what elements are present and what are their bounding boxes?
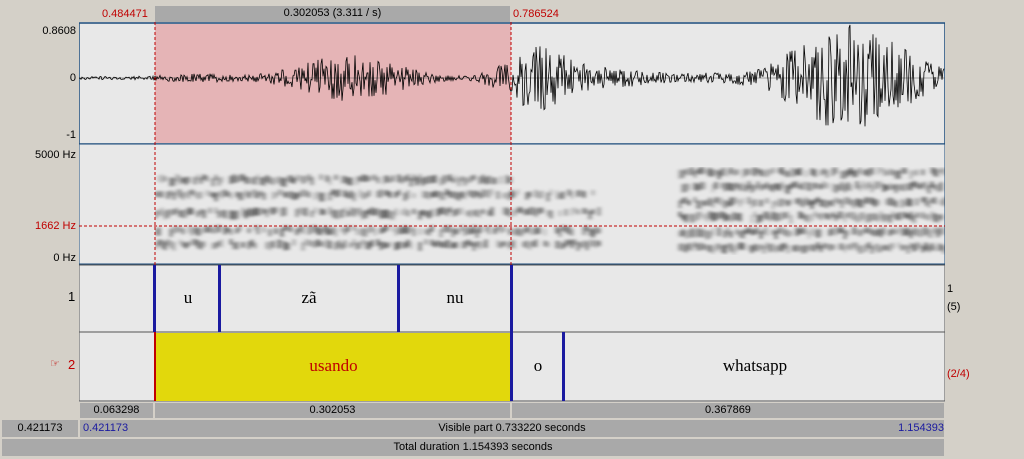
- tier2-right-label: (2/4): [947, 368, 970, 380]
- visible-part-bar[interactable]: 0.421173 Visible part 0.733220 seconds 1…: [80, 420, 944, 437]
- tier2-number[interactable]: 2: [68, 357, 75, 372]
- editor-canvas[interactable]: u zã nu usando o whatsapp: [79, 22, 945, 402]
- tier1-interval-u[interactable]: u: [157, 288, 219, 308]
- spectrogram-y-max: 5000 Hz: [35, 149, 76, 161]
- tier1-number[interactable]: 1: [68, 289, 75, 304]
- total-duration-bar[interactable]: Total duration 1.154393 seconds: [2, 439, 944, 456]
- tier1-right-total: (5): [947, 301, 961, 313]
- spectrogram-y-min: 0 Hz: [53, 252, 76, 264]
- tier2-pointer-icon: ☞: [50, 358, 60, 370]
- selection-end-time: 0.786524: [513, 8, 559, 20]
- visible-end: 1.154393: [898, 422, 944, 434]
- visible-outer-start[interactable]: 0.421173: [2, 420, 78, 437]
- spectrogram-cursor-freq: 1662 Hz: [35, 220, 76, 232]
- tier2-interval-o[interactable]: o: [513, 356, 563, 376]
- duration-left[interactable]: 0.063298: [80, 403, 153, 418]
- selection-start-time: 0.484471: [102, 8, 148, 20]
- tier2-interval-whatsapp[interactable]: whatsapp: [565, 356, 945, 376]
- visible-part-label: Visible part 0.733220 seconds: [438, 422, 586, 434]
- waveform-y-zero: 0: [69, 72, 76, 84]
- tier1-interval-za[interactable]: zã: [221, 288, 397, 308]
- tier1-interval-nu[interactable]: nu: [400, 288, 510, 308]
- waveform-y-max: 0.8608: [42, 25, 76, 37]
- selection-duration-bar[interactable]: 0.302053 (3.311 / s): [155, 6, 510, 22]
- duration-middle[interactable]: 0.302053: [155, 403, 510, 418]
- visible-start: 0.421173: [83, 422, 129, 434]
- tier2-interval-usando[interactable]: usando: [156, 356, 511, 376]
- tier1-right-count: 1: [947, 283, 954, 295]
- duration-right[interactable]: 0.367869: [512, 403, 944, 418]
- editor-drawing: [79, 22, 945, 402]
- waveform-y-min: -1: [66, 129, 76, 141]
